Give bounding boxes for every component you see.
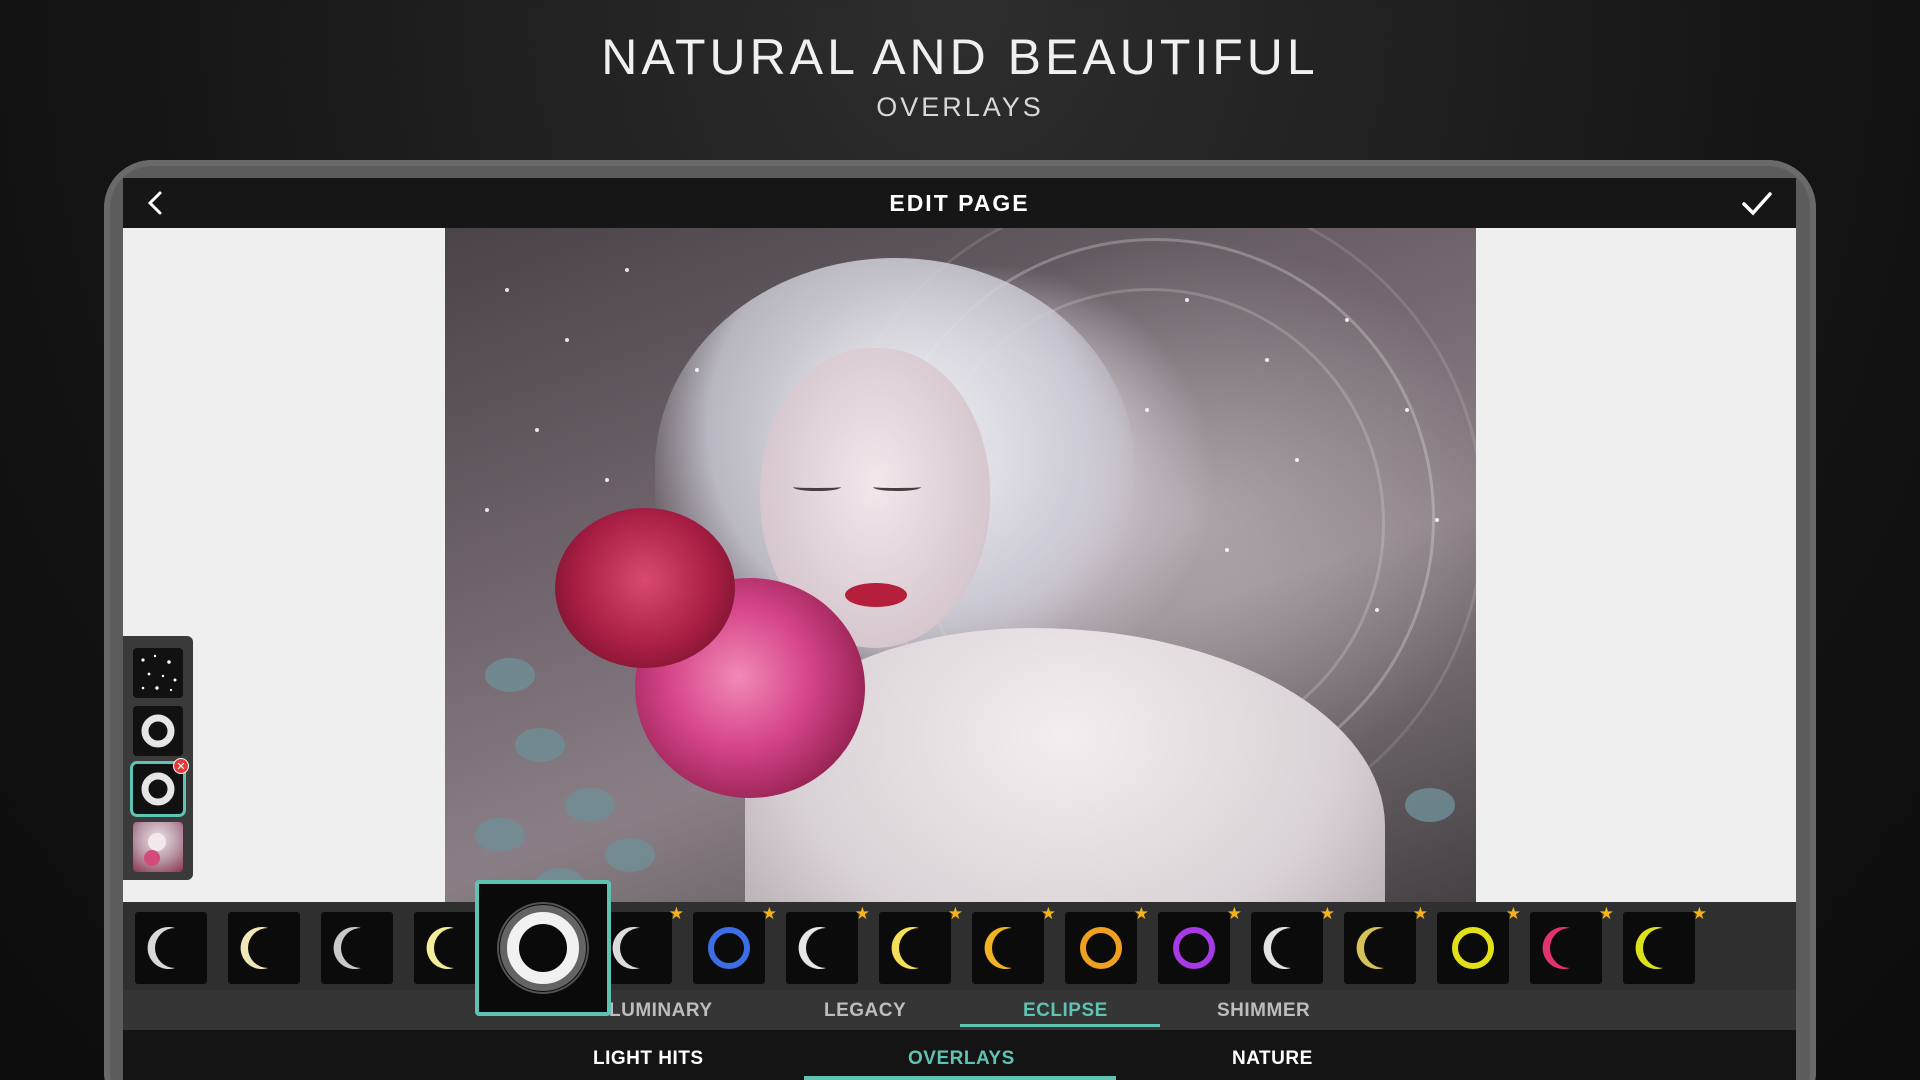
crescent-pink-icon: [1542, 927, 1570, 969]
remove-layer-button[interactable]: ✕: [173, 758, 189, 774]
crescent-glitter-icon: [1356, 927, 1384, 969]
effect-thumbnail[interactable]: ★: [1158, 904, 1242, 984]
ring-yellow-icon: [1452, 927, 1494, 969]
editor-screen: EDIT PAGE ✕ ★ ★ ★ ★ ★ ★ ★ ★ ★ ★ ★ ★ LUMI…: [123, 178, 1796, 1080]
top-bar: EDIT PAGE: [123, 178, 1796, 228]
portrait-lips: [845, 583, 907, 607]
premium-star-icon: ★: [1505, 904, 1521, 923]
tab-overlays[interactable]: OVERLAYS: [908, 1048, 1015, 1070]
effect-thumbnail[interactable]: [135, 912, 207, 984]
layer-sparkle[interactable]: [133, 648, 183, 698]
crescent-orange-icon: [984, 927, 1012, 969]
effect-thumbnail[interactable]: ★: [1530, 904, 1614, 984]
crescent-silver-icon: [333, 927, 361, 969]
sparkle-icon: [141, 654, 177, 692]
checkmark-icon: [1742, 192, 1772, 216]
effect-thumbnail[interactable]: ★: [972, 904, 1056, 984]
ring-fire-icon: [1080, 927, 1122, 969]
page-title: EDIT PAGE: [889, 189, 1030, 216]
premium-star-icon: ★: [947, 904, 963, 923]
wisp-white-icon: [798, 927, 826, 969]
effect-thumbnail[interactable]: ★: [1065, 904, 1149, 984]
crescent-yellow-icon: [426, 927, 454, 969]
crescent-lime-icon: [1635, 927, 1663, 969]
promo-headline: NATURAL AND BEAUTIFUL: [601, 29, 1319, 85]
subtab-shimmer[interactable]: SHIMMER: [1217, 1000, 1310, 1022]
tab-active-indicator: [804, 1076, 1116, 1080]
premium-star-icon: ★: [1691, 904, 1707, 923]
main-tabs: LIGHT HITS OVERLAYS NATURE: [123, 1030, 1796, 1080]
crescent-white-icon: [147, 927, 175, 969]
ring-purple-icon: [1173, 927, 1215, 969]
effect-thumbnail[interactable]: [321, 912, 393, 984]
premium-star-icon: ★: [761, 904, 777, 923]
promo-subheadline: OVERLAYS: [876, 92, 1044, 122]
effects-strip: ★★★★★★★★★★★★★: [123, 902, 1796, 992]
confirm-button[interactable]: [1740, 188, 1774, 218]
eclipse-ring-icon: [141, 772, 175, 806]
layer-photo[interactable]: [133, 822, 183, 872]
premium-star-icon: ★: [1133, 904, 1149, 923]
subtab-luminary[interactable]: LUMINARY: [609, 1000, 713, 1022]
effect-thumbnail[interactable]: [228, 912, 300, 984]
premium-star-icon: ★: [1319, 904, 1335, 923]
portrait-eye-left: [793, 483, 841, 491]
effect-thumbnail[interactable]: ★: [879, 904, 963, 984]
effect-thumbnail[interactable]: ★: [1251, 904, 1335, 984]
subtab-eclipse[interactable]: ECLIPSE: [1023, 1000, 1108, 1022]
layer-eclipse-active[interactable]: ✕: [130, 758, 189, 817]
premium-star-icon: ★: [1412, 904, 1428, 923]
tab-light-hits[interactable]: LIGHT HITS: [593, 1048, 704, 1070]
selected-effect[interactable]: [475, 880, 611, 1016]
rose-dark: [555, 508, 735, 668]
eclipse-swirl-icon: [497, 902, 589, 994]
premium-star-icon: ★: [854, 904, 870, 923]
subtab-legacy[interactable]: LEGACY: [824, 1000, 906, 1022]
subtab-active-indicator: [960, 1024, 1160, 1027]
crescent-cream-icon: [240, 927, 268, 969]
tab-nature[interactable]: NATURE: [1232, 1048, 1313, 1070]
portrait-eye-right: [873, 483, 921, 491]
back-button[interactable]: [141, 188, 171, 218]
photo-icon: [144, 833, 166, 866]
ring-blue-icon: [708, 927, 750, 969]
effect-thumbnail[interactable]: ★: [1623, 904, 1707, 984]
photo-canvas[interactable]: [445, 228, 1476, 942]
layers-panel: ✕: [123, 636, 193, 880]
crescent-pale-icon: [612, 927, 640, 969]
chevron-left-icon: [147, 191, 162, 215]
crescent-gold-icon: [891, 927, 919, 969]
effect-thumbnail[interactable]: ★: [786, 904, 870, 984]
crescent-moon-icon: [1263, 927, 1291, 969]
premium-star-icon: ★: [1598, 904, 1614, 923]
premium-star-icon: ★: [1040, 904, 1056, 923]
effect-thumbnail[interactable]: ★: [1344, 904, 1428, 984]
premium-star-icon: ★: [1226, 904, 1242, 923]
effect-thumbnail[interactable]: ★: [1437, 904, 1521, 984]
premium-star-icon: ★: [668, 904, 684, 923]
layer-eclipse[interactable]: [133, 706, 183, 756]
remove-icon: ✕: [176, 761, 186, 773]
effect-thumbnail[interactable]: ★: [693, 904, 777, 984]
eclipse-ring-icon: [141, 714, 175, 748]
